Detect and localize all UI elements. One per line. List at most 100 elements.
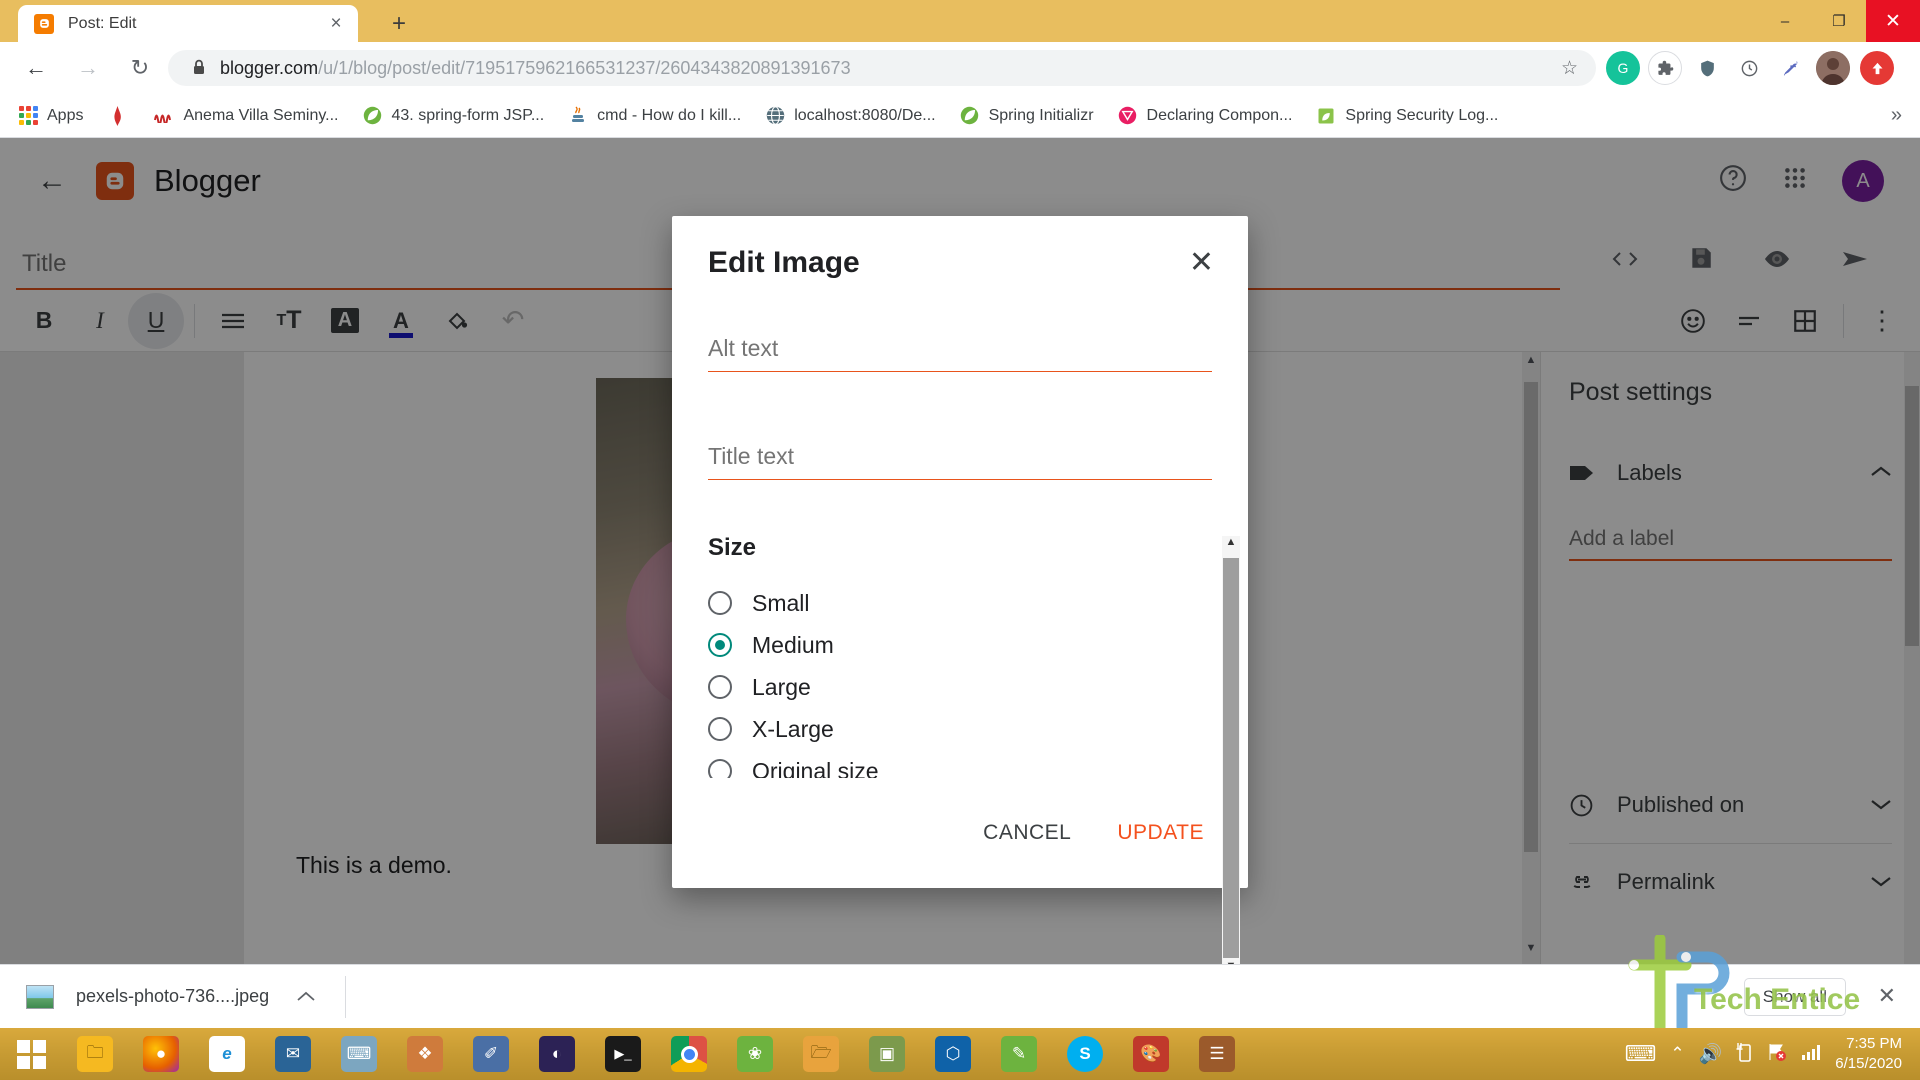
dialog-footer: CANCEL UPDATE	[672, 778, 1248, 888]
tab-strip: Post: Edit × +	[0, 0, 1920, 42]
bookmark-1[interactable]	[107, 105, 136, 126]
bookmark-spring-security-log[interactable]: Spring Security Log...	[1316, 106, 1498, 126]
windows-logo-icon	[16, 1039, 46, 1069]
downloads-bar: pexels-photo-736....jpeg Show all ✕	[0, 964, 1920, 1028]
taskbar-notepad-plus[interactable]: ✎	[986, 1028, 1052, 1080]
new-tab-button[interactable]: +	[385, 10, 413, 38]
taskbar-spring-tool-suite[interactable]: ❀	[722, 1028, 788, 1080]
reload-button[interactable]: ↻	[120, 48, 160, 88]
taskbar-terminal[interactable]: ▶_	[590, 1028, 656, 1080]
puzzle-extension-icon[interactable]	[1648, 51, 1682, 85]
tab-close-icon[interactable]: ×	[324, 12, 348, 36]
download-menu-chevron-icon[interactable]	[297, 987, 315, 1007]
taskbar-chrome[interactable]	[656, 1028, 722, 1080]
radio-icon[interactable]	[708, 591, 732, 615]
taskbar-skype[interactable]: S	[1052, 1028, 1118, 1080]
start-button[interactable]	[0, 1028, 62, 1080]
forward-button[interactable]: →	[68, 48, 108, 88]
dialog-scroll-thumb[interactable]	[1223, 558, 1239, 958]
radio-icon[interactable]	[708, 717, 732, 741]
size-option-original[interactable]: Original size	[708, 750, 1212, 778]
clock-date: 6/15/2020	[1835, 1055, 1902, 1072]
eyedropper-extension-icon[interactable]	[1774, 51, 1808, 85]
close-window-button[interactable]: ✕	[1866, 0, 1920, 42]
bookmark-star-icon[interactable]: ☆	[1561, 57, 1582, 80]
spring-leaf-icon	[363, 106, 383, 126]
bookmark-cmd-kill[interactable]: cmd - How do I kill...	[568, 106, 741, 126]
size-option-large[interactable]: Large	[708, 666, 1212, 708]
url-path: /u/1/blog/post/edit/7195175962166531237/…	[318, 57, 851, 78]
bookmark-anema-villa[interactable]: Anema Villa Seminy...	[154, 106, 339, 126]
browser-toolbar: ← → ↻ blogger.com/u/1/blog/post/edit/719…	[0, 42, 1920, 94]
address-bar[interactable]: blogger.com/u/1/blog/post/edit/719517596…	[168, 50, 1596, 86]
size-option-medium[interactable]: Medium	[708, 624, 1212, 666]
taskbar-drawing-app[interactable]: ✐	[458, 1028, 524, 1080]
clock-extension-icon[interactable]	[1732, 51, 1766, 85]
show-hidden-icons-button[interactable]: ⌃	[1670, 1044, 1684, 1064]
taskbar-keyboard-app[interactable]: ⌨	[326, 1028, 392, 1080]
dialog-scrollbar[interactable]: ▲ ▼	[1222, 536, 1240, 982]
taskbar-eclipse[interactable]: ◐	[524, 1028, 590, 1080]
java-icon	[568, 106, 588, 126]
back-button[interactable]: ←	[16, 48, 56, 88]
title-text-input[interactable]	[708, 434, 1212, 480]
radio-selected-icon[interactable]	[708, 633, 732, 657]
taskbar-paint[interactable]: 🎨	[1118, 1028, 1184, 1080]
size-option-label: Small	[752, 589, 810, 616]
lock-icon	[192, 59, 206, 78]
touch-keyboard-icon[interactable]: ⌨	[1625, 1041, 1657, 1067]
taskbar-internet-explorer[interactable]: e	[194, 1028, 260, 1080]
image-thumbnail-icon	[26, 984, 54, 1009]
radio-icon[interactable]	[708, 759, 732, 778]
signal-strength-icon[interactable]	[1801, 1044, 1821, 1065]
clock-time: 7:35 PM	[1846, 1034, 1902, 1052]
download-item[interactable]: pexels-photo-736....jpeg	[26, 984, 315, 1009]
bookmarks-overflow-button[interactable]: »	[1891, 104, 1902, 127]
downloads-divider	[345, 975, 347, 1018]
close-downloads-bar-icon[interactable]: ✕	[1878, 983, 1896, 1009]
bookmark-apps[interactable]: Apps	[18, 106, 83, 126]
minimize-button[interactable]: –	[1758, 0, 1812, 42]
size-option-xlarge[interactable]: X-Large	[708, 708, 1212, 750]
profile-avatar[interactable]	[1816, 51, 1850, 85]
dialog-title: Edit Image	[708, 246, 860, 279]
cancel-button[interactable]: CANCEL	[983, 821, 1071, 845]
show-all-downloads-button[interactable]: Show all	[1743, 978, 1846, 1016]
field-gap	[708, 372, 1212, 434]
update-button[interactable]: UPDATE	[1117, 821, 1204, 845]
dialog-fields: Size Small Medium Large X-Large Original…	[672, 326, 1248, 778]
radio-icon[interactable]	[708, 675, 732, 699]
bookmark-declaring-components[interactable]: Declaring Compon...	[1118, 106, 1293, 126]
close-icon[interactable]: ✕	[1189, 248, 1214, 278]
battery-icon[interactable]	[1736, 1041, 1753, 1068]
bookmark-spring-form-jsp[interactable]: 43. spring-form JSP...	[363, 106, 544, 126]
taskbar-firefox[interactable]: ●	[128, 1028, 194, 1080]
alt-text-input[interactable]	[708, 326, 1212, 372]
grammarly-extension-icon[interactable]: G	[1606, 51, 1640, 85]
taskbar-file-explorer[interactable]: 🗀	[62, 1028, 128, 1080]
browser-tab[interactable]: Post: Edit ×	[18, 5, 358, 42]
volume-icon[interactable]: 🔊	[1699, 1042, 1723, 1066]
bookmark-localhost[interactable]: localhost:8080/De...	[765, 106, 936, 126]
taskbar-vs-code[interactable]: ⬡	[920, 1028, 986, 1080]
shield-extension-icon[interactable]	[1690, 51, 1724, 85]
taskbar-image-tool[interactable]: ❖	[392, 1028, 458, 1080]
scroll-up-icon[interactable]: ▲	[1222, 536, 1240, 558]
taskbar-folder[interactable]: 🗁	[788, 1028, 854, 1080]
taskbar-clock[interactable]: 7:35 PM 6/15/2020	[1835, 1034, 1908, 1075]
apps-grid-icon	[18, 106, 38, 126]
taskbar-photo-viewer[interactable]: ▣	[854, 1028, 920, 1080]
taskbar-thunderbird[interactable]: ✉	[260, 1028, 326, 1080]
dialog-header: Edit Image ✕	[672, 216, 1248, 280]
globe-icon	[765, 106, 785, 126]
chrome-update-menu-button[interactable]	[1860, 51, 1894, 85]
network-flag-icon[interactable]	[1767, 1042, 1787, 1067]
size-option-small[interactable]: Small	[708, 582, 1212, 624]
size-option-label: Medium	[752, 631, 834, 658]
taskbar-documents-app[interactable]: ☰	[1184, 1028, 1250, 1080]
bookmark-label: Declaring Compon...	[1146, 106, 1293, 124]
bookmark-icon	[107, 105, 127, 126]
maximize-button[interactable]: ❐	[1812, 0, 1866, 42]
bookmark-spring-initializr[interactable]: Spring Initializr	[960, 106, 1094, 126]
bookmark-label: Apps	[47, 106, 84, 124]
